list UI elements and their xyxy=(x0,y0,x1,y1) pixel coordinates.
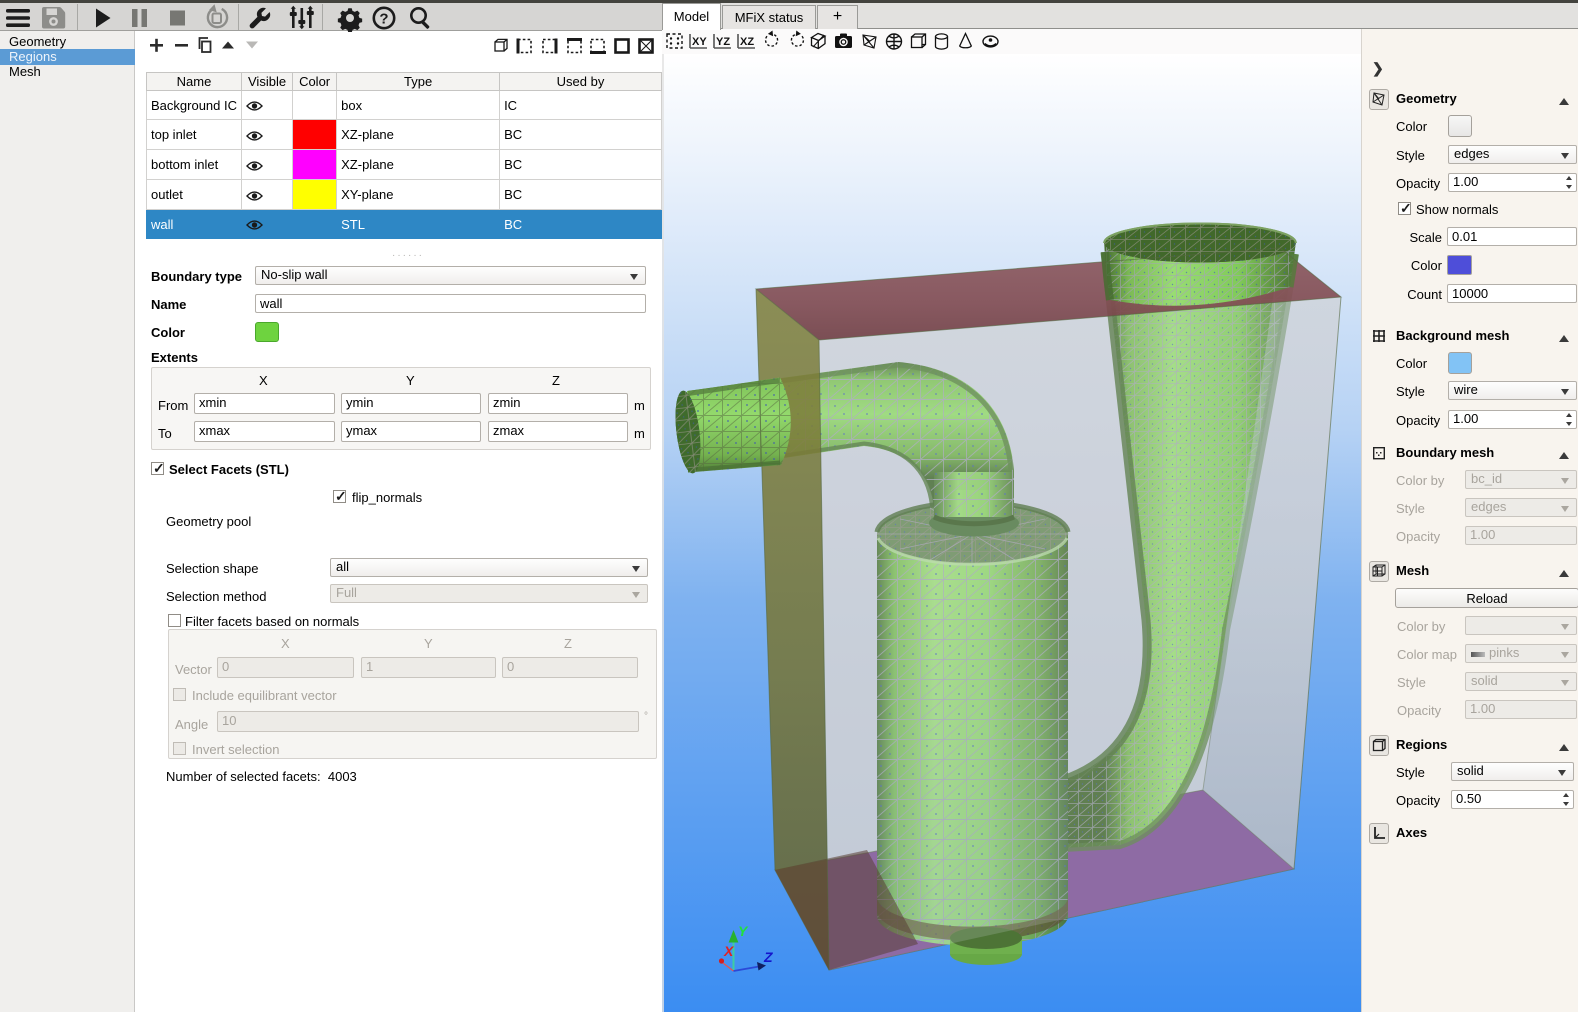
svg-text:Z: Z xyxy=(763,949,773,965)
svg-text:?: ? xyxy=(379,11,388,28)
svg-text:YZ: YZ xyxy=(716,36,730,48)
svg-text:XY: XY xyxy=(692,36,707,48)
svg-text:X: X xyxy=(723,943,735,959)
svg-text:XZ: XZ xyxy=(740,36,754,48)
